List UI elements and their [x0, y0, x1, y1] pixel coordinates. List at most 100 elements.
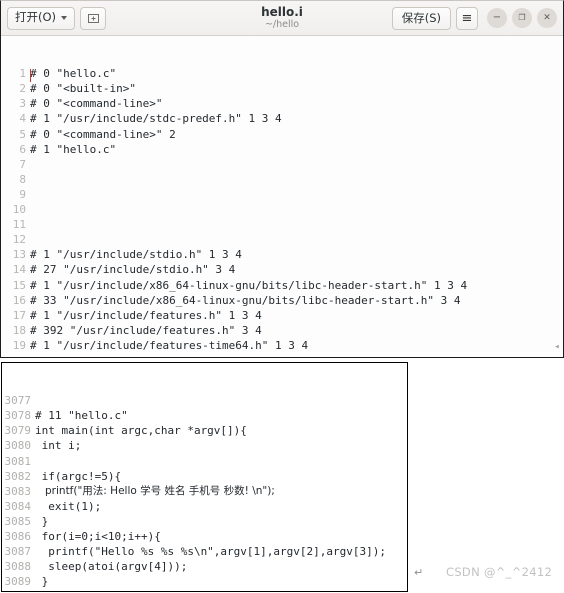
editor-line: 15 # 1 "/usr/include/x86_64-linux-gnu/bit…	[1, 278, 563, 293]
editor-line: 3087 printf("Hello %s %s %s\n",argv[1],a…	[2, 544, 407, 559]
lower-screenshot-region: 3077 3078 # 11 "hello.c" 3079 int main(int a…	[0, 358, 564, 593]
line-number: 3084	[4, 499, 32, 513]
line-text: sleep(atoi(argv[4]));	[35, 560, 188, 574]
line-number: 3085	[4, 514, 32, 528]
hamburger-menu-button[interactable]: ≡	[456, 6, 478, 30]
line-text: int main(int argc,char *argv[]){	[35, 424, 247, 438]
line-number: 3088	[4, 560, 32, 574]
editor-line: 3083 printf("用法: Hello 学号 姓名 手机号 秒数! \n"…	[2, 484, 407, 499]
line-number: 17	[12, 308, 26, 322]
headerbar-right-controls: 保存(S) ≡ − ❐ ✕	[391, 6, 557, 30]
line-number: 3	[19, 97, 26, 111]
line-number: 3080	[4, 439, 32, 453]
window-subtitle-path: ~/hello	[264, 18, 300, 30]
line-number: 11	[12, 218, 26, 232]
line-number: 18	[12, 323, 26, 337]
editor-line: 3 # 0 "<command-line>"	[1, 96, 563, 111]
editor-line: 2 # 0 "<built-in>"	[1, 81, 563, 96]
line-number: 14	[12, 263, 26, 277]
line-number: 3077	[4, 394, 32, 408]
window-headerbar: 打开(O) hello.i ~/hello 保存(S) ≡ − ❐ ✕	[1, 1, 563, 36]
return-symbol-glyph: ↵	[414, 566, 424, 579]
line-number: 3087	[4, 545, 32, 559]
line-text: # 1 "/usr/include/stdio.h" 1 3 4	[30, 248, 242, 262]
editor-line: 8	[1, 172, 563, 187]
editor-line: 3086 for(i=0;i<10;i++){	[2, 529, 407, 544]
editor-line: 5 # 0 "<command-line>" 2	[1, 127, 563, 142]
line-text: # 33 "/usr/include/x86_64-linux-gnu/bits…	[30, 293, 461, 307]
line-number: 3083	[4, 484, 32, 498]
editor-line: 11	[1, 217, 563, 232]
line-text: getchar();	[32, 589, 108, 591]
save-button-label: 保存(S)	[401, 11, 441, 25]
line-number: 19	[12, 338, 26, 352]
editor-line: 3088 sleep(atoi(argv[4]));	[2, 559, 407, 574]
editor-line: 4 # 1 "/usr/include/stdc-predef.h" 1 3 4	[1, 111, 563, 126]
editor-line: 3079 int main(int argc,char *argv[]){	[2, 423, 407, 438]
new-window-button[interactable]	[80, 6, 107, 30]
editor-line: 16 # 33 "/usr/include/x86_64-linux-gnu/bi…	[1, 293, 563, 308]
line-number: 2	[19, 82, 26, 96]
line-text: # 1 "hello.c"	[30, 142, 117, 156]
editor-line: 3081	[2, 454, 407, 469]
editor-line: 3085 }	[2, 514, 407, 529]
minimize-icon: −	[492, 12, 502, 23]
line-number: 15	[12, 278, 26, 292]
line-text: for(i=0;i<10;i++){	[35, 530, 161, 544]
line-number: 3089	[4, 575, 32, 589]
editor-line: 19 # 1 "/usr/include/features-time64.h" 1…	[1, 338, 563, 352]
editor-line: 3090 getchar();	[2, 589, 407, 591]
line-text: # 1 "/usr/include/stdc-predef.h" 1 3 4	[30, 112, 282, 126]
preprocessed-output-editor[interactable]: 1 # 0 "hello.c" 2 # 0 "<built-in>" 3 # 0 "<co…	[1, 36, 563, 352]
editor-line: 17 # 1 "/usr/include/features.h" 1 3 4	[1, 308, 563, 323]
editor-line: 3082 if(argc!=5){	[2, 469, 407, 484]
close-icon: ✕	[543, 12, 551, 23]
line-text: # 11 "hello.c"	[35, 409, 128, 423]
line-number: 8	[19, 172, 26, 186]
editor-line: 3078 # 11 "hello.c"	[2, 408, 407, 423]
line-number: 13	[12, 248, 26, 262]
editor-line: 12	[1, 232, 563, 247]
line-number: 3082	[4, 469, 32, 483]
open-button[interactable]: 打开(O)	[7, 6, 76, 30]
line-number: 16	[12, 293, 26, 307]
close-button[interactable]: ✕	[537, 8, 557, 28]
line-text: printf("Hello %s %s %s\n",argv[1],argv[2…	[35, 545, 386, 559]
line-text: printf("用法: Hello 学号 姓名 手机号 秒数! \n");	[35, 484, 275, 497]
save-button[interactable]: 保存(S)	[391, 6, 451, 30]
line-number: 5	[19, 127, 26, 141]
new-window-icon	[87, 13, 99, 23]
window-title: hello.i	[261, 4, 303, 19]
main-function-code-box[interactable]: 3077 3078 # 11 "hello.c" 3079 int main(int a…	[1, 362, 408, 592]
line-text: # 392 "/usr/include/features.h" 3 4	[30, 323, 262, 337]
editor-line: 3077	[2, 393, 407, 408]
editor-line-list-bottom: 3077 3078 # 11 "hello.c" 3079 int main(int a…	[2, 393, 407, 591]
line-text: # 1 "/usr/include/x86_64-linux-gnu/bits/…	[30, 278, 468, 292]
editor-line: 3080 int i;	[2, 438, 407, 453]
editor-line-list: 1 # 0 "hello.c" 2 # 0 "<built-in>" 3 # 0 "<co…	[1, 66, 563, 352]
line-text: # 1 "/usr/include/features.h" 1 3 4	[30, 308, 262, 322]
line-text: int i;	[35, 439, 82, 453]
editor-line: 3084 exit(1);	[2, 499, 407, 514]
line-number: 3079	[4, 424, 32, 438]
editor-line: 3089 }	[2, 574, 407, 589]
editor-line: 14 # 27 "/usr/include/stdio.h" 3 4	[1, 262, 563, 277]
hamburger-icon: ≡	[461, 10, 473, 26]
line-number: 10	[12, 203, 26, 217]
line-text: # 1 "/usr/include/features-time64.h" 1 3…	[30, 338, 309, 352]
editor-line: 18 # 392 "/usr/include/features.h" 3 4	[1, 323, 563, 338]
line-number: 4	[19, 112, 26, 126]
line-text: # 0 "<command-line>" 2	[30, 127, 176, 141]
minimize-button[interactable]: −	[487, 8, 507, 28]
editor-line: 1 # 0 "hello.c"	[1, 66, 563, 81]
line-text: }	[35, 575, 49, 589]
line-text: exit(1);	[35, 499, 102, 513]
editor-line: 9	[1, 187, 563, 202]
line-number: 12	[12, 233, 26, 247]
text-cursor	[30, 69, 31, 82]
horizontal-scrollbar-indicator[interactable]: ◂	[553, 343, 561, 352]
line-text: # 0 "<built-in>"	[30, 82, 136, 96]
maximize-button[interactable]: ❐	[512, 8, 532, 28]
chevron-down-icon	[61, 16, 68, 20]
line-number: 3078	[4, 409, 32, 423]
